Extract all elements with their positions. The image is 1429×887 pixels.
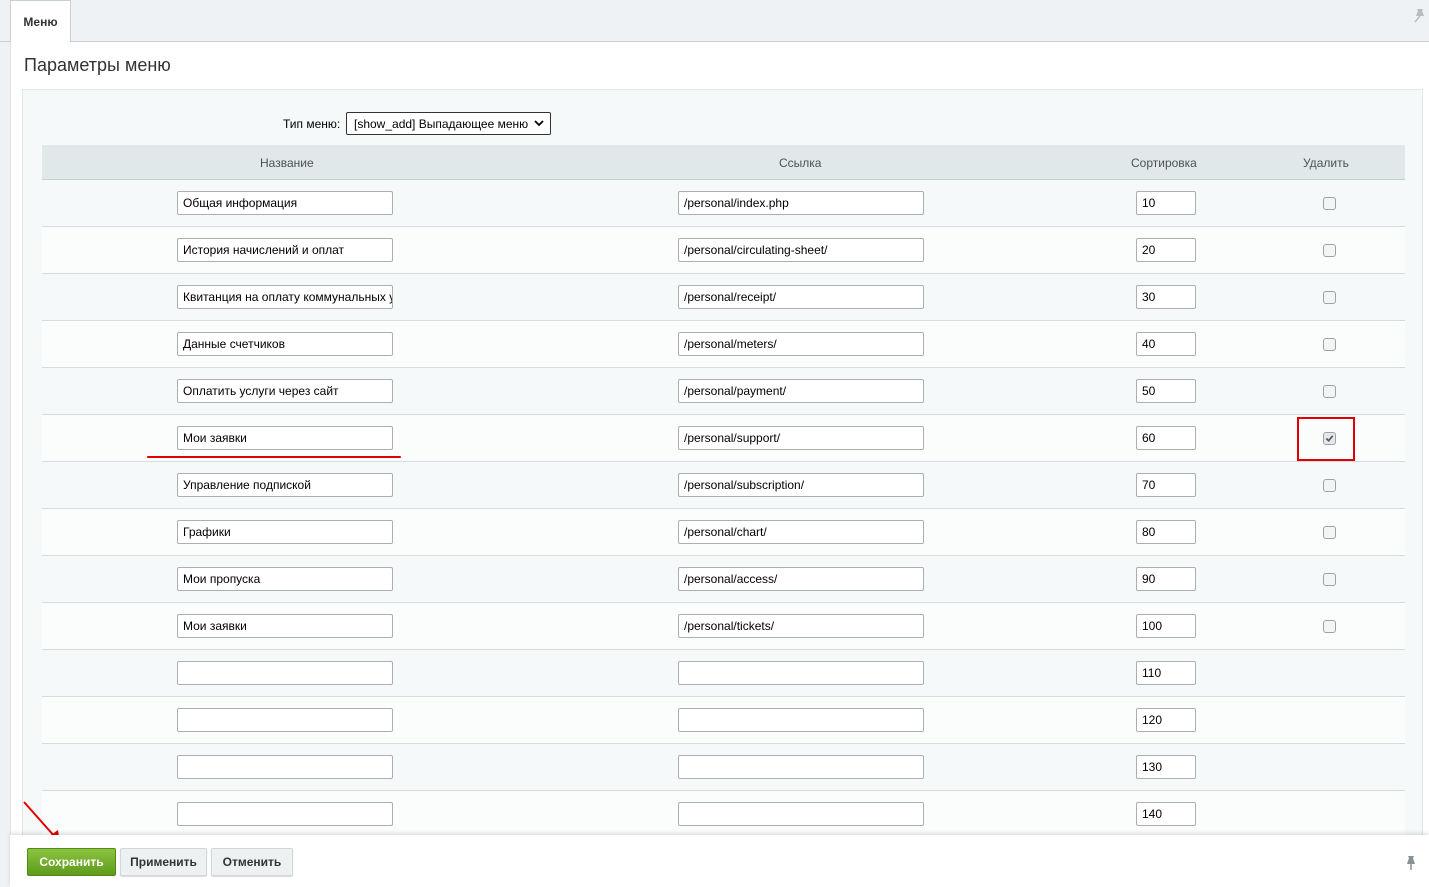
item-sort-input[interactable]: 30	[1136, 285, 1196, 309]
item-link-input[interactable]: /personal/support/	[678, 426, 924, 450]
item-name-input[interactable]: Общая информация	[177, 191, 393, 215]
column-header-name: Название	[260, 156, 314, 170]
item-name-input[interactable]	[177, 708, 393, 732]
item-name-input[interactable]: Данные счетчиков	[177, 332, 393, 356]
pin-icon[interactable]	[1413, 8, 1427, 24]
table-row: Общая информация/personal/index.php 10	[42, 180, 1405, 227]
delete-checkbox[interactable]	[1323, 526, 1336, 539]
item-sort-input[interactable]: 40	[1136, 332, 1196, 356]
item-name-input[interactable]: Оплатить услуги через сайт	[177, 379, 393, 403]
item-sort-input[interactable]: 110	[1136, 661, 1196, 685]
item-link-input[interactable]	[678, 708, 924, 732]
column-header-sort: Сортировка	[1131, 156, 1197, 170]
item-sort-input[interactable]: 120	[1136, 708, 1196, 732]
item-name-input[interactable]: Мои пропуска	[177, 567, 393, 591]
menu-items-table: Название Ссылка Сортировка Удалить Общая…	[42, 145, 1405, 838]
menu-type-label: Тип меню:	[283, 117, 341, 131]
item-sort-input[interactable]: 140	[1136, 802, 1196, 826]
item-link-input[interactable]: /personal/payment/	[678, 379, 924, 403]
delete-checkbox[interactable]	[1323, 291, 1336, 304]
item-name-input[interactable]: История начислений и оплат	[177, 238, 393, 262]
table-row: Мои пропуска/personal/access/90	[42, 556, 1405, 603]
table-header: Название Ссылка Сортировка Удалить	[42, 145, 1405, 180]
delete-checkbox[interactable]	[1323, 479, 1336, 492]
column-header-delete: Удалить	[1303, 156, 1349, 170]
item-link-input[interactable]: /personal/access/	[678, 567, 924, 591]
item-sort-input[interactable]: 20	[1136, 238, 1196, 262]
item-link-input[interactable]	[678, 755, 924, 779]
item-link-input[interactable]: /personal/circulating-sheet/	[678, 238, 924, 262]
content-panel: Параметры меню Тип меню: [show_add] Выпа…	[10, 42, 1429, 849]
item-link-input[interactable]: /personal/subscription/	[678, 473, 924, 497]
item-sort-input[interactable]: 70	[1136, 473, 1196, 497]
menu-type-value: [show_add] Выпадающее меню	[354, 116, 529, 131]
table-row: 120	[42, 697, 1405, 744]
apply-button[interactable]: Применить	[120, 848, 207, 876]
table-row: 110	[42, 650, 1405, 697]
item-link-input[interactable]: /personal/receipt/	[678, 285, 924, 309]
pin-icon[interactable]	[1405, 855, 1417, 871]
item-name-input[interactable]	[177, 661, 393, 685]
page-title: Параметры меню	[24, 55, 171, 75]
item-sort-input[interactable]: 100	[1136, 614, 1196, 638]
table-row: 130	[42, 744, 1405, 791]
tab-menu[interactable]: Меню	[10, 0, 71, 43]
table-row: История начислений и оплат/personal/circ…	[42, 227, 1405, 274]
item-sort-input[interactable]: 10	[1136, 191, 1196, 215]
table-row: Мои заявки/personal/tickets/100	[42, 603, 1405, 650]
item-link-input[interactable]: /personal/index.php	[678, 191, 924, 215]
delete-checkbox[interactable]	[1323, 573, 1336, 586]
item-sort-input[interactable]: 50	[1136, 379, 1196, 403]
delete-checkbox[interactable]	[1323, 244, 1336, 257]
item-sort-input[interactable]: 60	[1136, 426, 1196, 450]
table-body: Общая информация/personal/index.php 10 Ист…	[42, 180, 1405, 838]
delete-checkbox[interactable]	[1323, 197, 1336, 210]
delete-checkbox[interactable]	[1323, 338, 1336, 351]
item-name-input[interactable]: Квитанция на оплату коммунальных у	[177, 285, 393, 309]
tab-bar: Меню	[0, 0, 1429, 43]
annotation-highlight-box	[1297, 417, 1355, 461]
menu-settings-area: Тип меню: [show_add] Выпадающее меню Наз…	[22, 89, 1423, 849]
item-name-input[interactable]: Графики	[177, 520, 393, 544]
item-name-input[interactable]: Мои заявки	[177, 614, 393, 638]
table-row: Данные счетчиков/personal/meters/40	[42, 321, 1405, 368]
table-row: Квитанция на оплату коммунальных у/perso…	[42, 274, 1405, 321]
menu-type-select[interactable]: [show_add] Выпадающее меню	[346, 112, 551, 135]
item-sort-input[interactable]: 80	[1136, 520, 1196, 544]
footer-toolbar: Сохранить Применить Отменить	[10, 835, 1429, 887]
item-link-input[interactable]: /personal/meters/	[678, 332, 924, 356]
delete-checkbox[interactable]	[1323, 385, 1336, 398]
item-name-input[interactable]	[177, 802, 393, 826]
table-row: Мои заявки/personal/support/60	[42, 415, 1405, 462]
annotation-underline	[147, 456, 401, 458]
column-header-link: Ссылка	[779, 156, 822, 170]
item-sort-input[interactable]: 130	[1136, 755, 1196, 779]
item-link-input[interactable]	[678, 802, 924, 826]
menu-type-row: Тип меню: [show_add] Выпадающее меню	[23, 112, 1422, 136]
chevron-down-icon	[534, 120, 544, 127]
table-row: Графики/personal/chart/80	[42, 509, 1405, 556]
table-row: Оплатить услуги через сайт/personal/paym…	[42, 368, 1405, 415]
item-link-input[interactable]	[678, 661, 924, 685]
save-button[interactable]: Сохранить	[27, 848, 116, 876]
delete-checkbox[interactable]	[1323, 620, 1336, 633]
table-row: 140	[42, 791, 1405, 838]
item-name-input[interactable]: Мои заявки	[177, 426, 393, 450]
item-link-input[interactable]: /personal/tickets/	[678, 614, 924, 638]
item-name-input[interactable]	[177, 755, 393, 779]
item-name-input[interactable]: Управление подпиской	[177, 473, 393, 497]
item-sort-input[interactable]: 90	[1136, 567, 1196, 591]
cancel-button[interactable]: Отменить	[211, 848, 293, 876]
item-link-input[interactable]: /personal/chart/	[678, 520, 924, 544]
table-row: Управление подпиской/personal/subscripti…	[42, 462, 1405, 509]
